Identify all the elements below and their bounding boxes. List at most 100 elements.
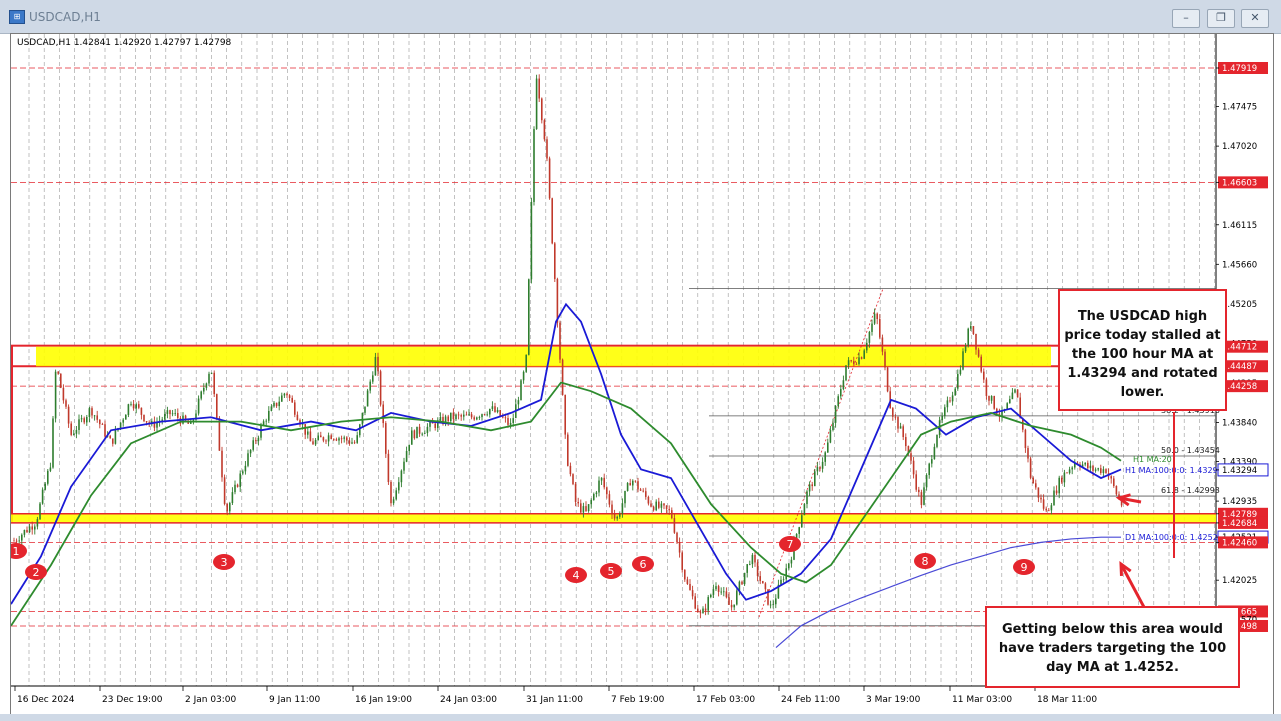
candle-body <box>671 510 673 519</box>
candle-body <box>385 423 387 454</box>
candle-body <box>408 444 410 452</box>
touch-marker-number: 5 <box>608 565 615 578</box>
candle-body <box>268 410 270 421</box>
candle-body <box>954 388 956 396</box>
candle-body <box>21 534 23 541</box>
candle-body <box>257 437 260 442</box>
candle-body <box>348 440 351 444</box>
candle-body <box>686 579 689 584</box>
restore-button[interactable]: ❐ <box>1207 9 1235 28</box>
candle-body <box>489 408 491 415</box>
candle-body <box>294 402 296 415</box>
candle-body <box>624 490 626 504</box>
candle-body <box>1027 448 1029 459</box>
candle-body <box>455 414 457 420</box>
candle-body <box>416 426 418 439</box>
candle-body <box>678 542 681 553</box>
candle-body <box>304 424 306 435</box>
candle-body <box>314 439 317 445</box>
candle-body <box>837 396 839 407</box>
candle-body <box>405 451 408 462</box>
candle-body <box>1024 429 1027 449</box>
candle-body <box>528 279 530 355</box>
candle-body <box>1053 490 1055 506</box>
candle-body <box>387 453 390 482</box>
candle-body <box>970 326 972 329</box>
candle-body <box>374 356 377 376</box>
candle-body <box>340 438 343 440</box>
close-button[interactable]: ✕ <box>1241 9 1269 28</box>
candle-body <box>494 406 496 413</box>
candle-body <box>897 417 899 429</box>
candle-body <box>421 433 423 435</box>
candle-body <box>26 529 28 533</box>
candle-body <box>522 371 525 381</box>
candle-body <box>439 416 442 421</box>
candle-body <box>876 313 878 320</box>
candle-body <box>1040 497 1042 500</box>
touch-marker: 5 <box>600 563 622 579</box>
candle-body <box>392 499 395 504</box>
candle-body <box>1037 487 1040 498</box>
candle-body <box>143 414 145 422</box>
candle-body <box>1058 477 1060 494</box>
candle-body <box>255 440 257 442</box>
candle-body <box>920 492 923 505</box>
support-zone <box>11 513 1216 523</box>
candle-body <box>525 354 527 372</box>
candle-body <box>335 439 338 441</box>
candle-body <box>483 414 486 415</box>
candle-body <box>1014 389 1016 393</box>
candle-body <box>450 412 452 422</box>
candle-body <box>1035 483 1037 488</box>
candle-body <box>286 393 288 396</box>
candle-body <box>60 373 62 388</box>
candle-body <box>213 372 215 395</box>
candle-body <box>1050 505 1053 511</box>
touch-marker-number: 3 <box>221 556 228 569</box>
candle-body <box>567 434 569 466</box>
candle-body <box>260 425 262 438</box>
candle-body <box>283 393 286 396</box>
candle-body <box>203 387 205 392</box>
candle-body <box>127 404 130 415</box>
price-axis-label: 1.42935 <box>1222 497 1257 507</box>
candle-body <box>496 410 499 413</box>
candle-body <box>782 579 785 581</box>
candle-body <box>884 351 886 368</box>
candle-body <box>587 504 590 511</box>
candle-body <box>899 426 902 429</box>
candle-body <box>541 98 543 121</box>
candle-body <box>746 564 748 573</box>
candle-body <box>743 572 746 585</box>
time-axis-label: 18 Mar 11:00 <box>1037 695 1097 705</box>
candle-body <box>613 514 616 519</box>
candle-body <box>119 422 122 429</box>
candle-body <box>1087 462 1089 469</box>
candle-body <box>923 487 925 505</box>
candle-body <box>772 604 774 606</box>
candle-body <box>1042 499 1045 509</box>
candle-body <box>681 552 683 570</box>
candle-body <box>252 440 254 450</box>
candle-body <box>957 374 959 389</box>
minimize-button[interactable]: – <box>1172 9 1200 28</box>
candle-body <box>491 406 494 409</box>
candle-body <box>808 484 811 492</box>
callout-arrows <box>1115 412 1175 610</box>
candle-body <box>712 589 715 595</box>
candle-body <box>821 461 824 469</box>
candle-body <box>1006 403 1008 409</box>
candle-body <box>177 413 179 418</box>
candle-body <box>309 431 312 442</box>
candle-body <box>548 158 551 199</box>
candle-body <box>827 442 829 453</box>
candle-body <box>356 435 358 443</box>
candle-body <box>902 426 904 438</box>
candle-body <box>1029 458 1032 478</box>
window-titlebar: ⊞ USDCAD,H1 – ❐ ✕ <box>0 0 1281 34</box>
candle-body <box>52 418 54 468</box>
candle-body <box>452 412 455 420</box>
candle-body <box>910 453 912 461</box>
candle-body <box>57 371 59 374</box>
